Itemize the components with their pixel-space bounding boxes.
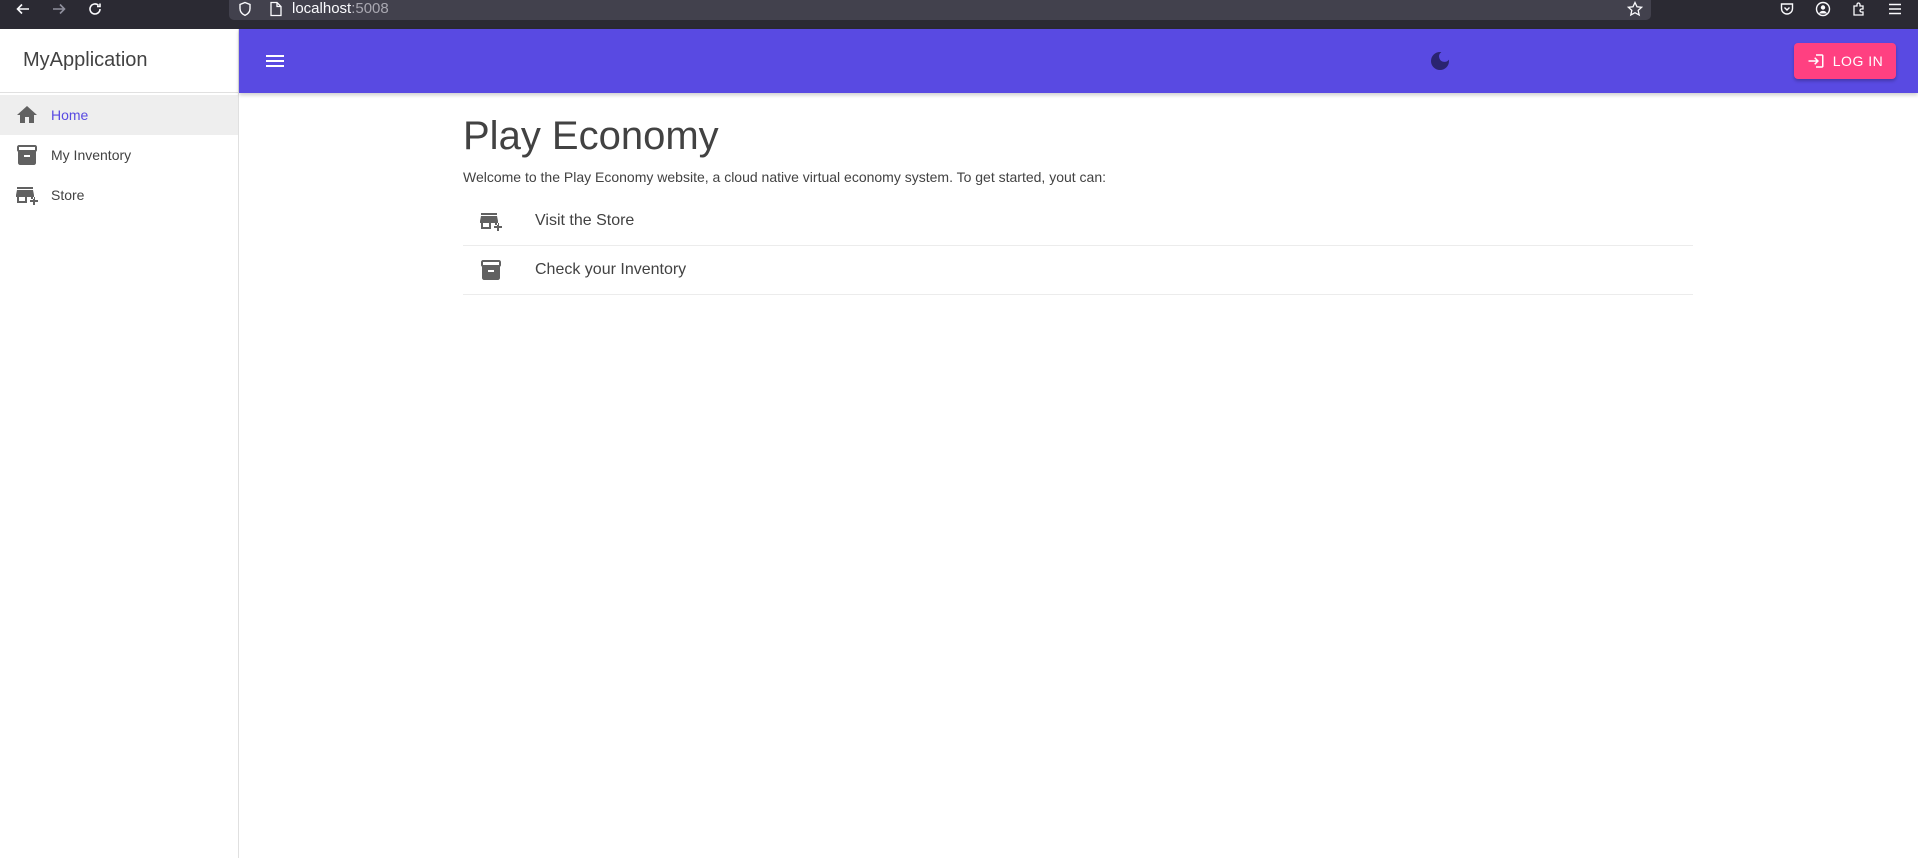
app-bar: LOG IN <box>239 29 1918 93</box>
forward-button[interactable] <box>46 0 72 18</box>
inventory-box-icon <box>17 145 37 165</box>
quick-links-list: Visit the Store Check your Inventory <box>463 197 1693 295</box>
store-add-icon <box>480 213 502 231</box>
nav-item-label: My Inventory <box>51 147 132 163</box>
browser-menu-icon[interactable] <box>1887 0 1903 18</box>
arrow-right-icon <box>53 3 66 15</box>
login-button[interactable]: LOG IN <box>1794 43 1896 79</box>
shield-icon[interactable] <box>237 1 253 17</box>
bookmark-star-icon[interactable] <box>1627 1 1643 17</box>
app-title: MyApplication <box>23 49 148 71</box>
dark-mode-moon-icon[interactable] <box>1428 49 1452 73</box>
page-icon[interactable] <box>269 1 283 17</box>
nav-item-home[interactable]: Home <box>0 95 238 135</box>
nav-menu: Home My Inventory Store <box>0 93 238 215</box>
inventory-box-icon <box>481 260 501 280</box>
drawer-header: MyApplication <box>0 29 238 92</box>
hamburger-menu-icon[interactable] <box>263 49 287 73</box>
login-label: LOG IN <box>1832 53 1884 69</box>
arrow-left-icon <box>16 3 29 15</box>
account-icon[interactable] <box>1815 0 1831 18</box>
nav-item-store[interactable]: Store <box>0 175 238 215</box>
reload-button[interactable] <box>82 0 108 18</box>
home-icon <box>17 106 37 123</box>
visit-store-link[interactable]: Visit the Store <box>463 197 1693 246</box>
url-text[interactable]: localhost:5008 <box>292 0 389 18</box>
browser-toolbar: localhost:5008 <box>0 0 1918 29</box>
back-button[interactable] <box>10 0 36 18</box>
welcome-text: Welcome to the Play Economy website, a c… <box>463 169 1107 185</box>
pocket-icon[interactable] <box>1779 0 1795 18</box>
store-add-icon <box>16 187 38 205</box>
extensions-icon[interactable] <box>1851 0 1867 18</box>
nav-item-label: Store <box>51 187 85 203</box>
login-icon <box>1808 54 1824 68</box>
nav-item-label: Home <box>51 107 89 123</box>
check-inventory-link[interactable]: Check your Inventory <box>463 246 1693 295</box>
page-title: Play Economy <box>463 114 719 158</box>
link-label: Visit the Store <box>535 212 635 229</box>
url-bar[interactable]: localhost:5008 <box>229 0 1651 20</box>
nav-drawer: MyApplication Home My Inventory Store <box>0 29 239 858</box>
nav-item-my-inventory[interactable]: My Inventory <box>0 135 238 175</box>
reload-icon <box>89 3 101 15</box>
link-label: Check your Inventory <box>535 261 687 278</box>
